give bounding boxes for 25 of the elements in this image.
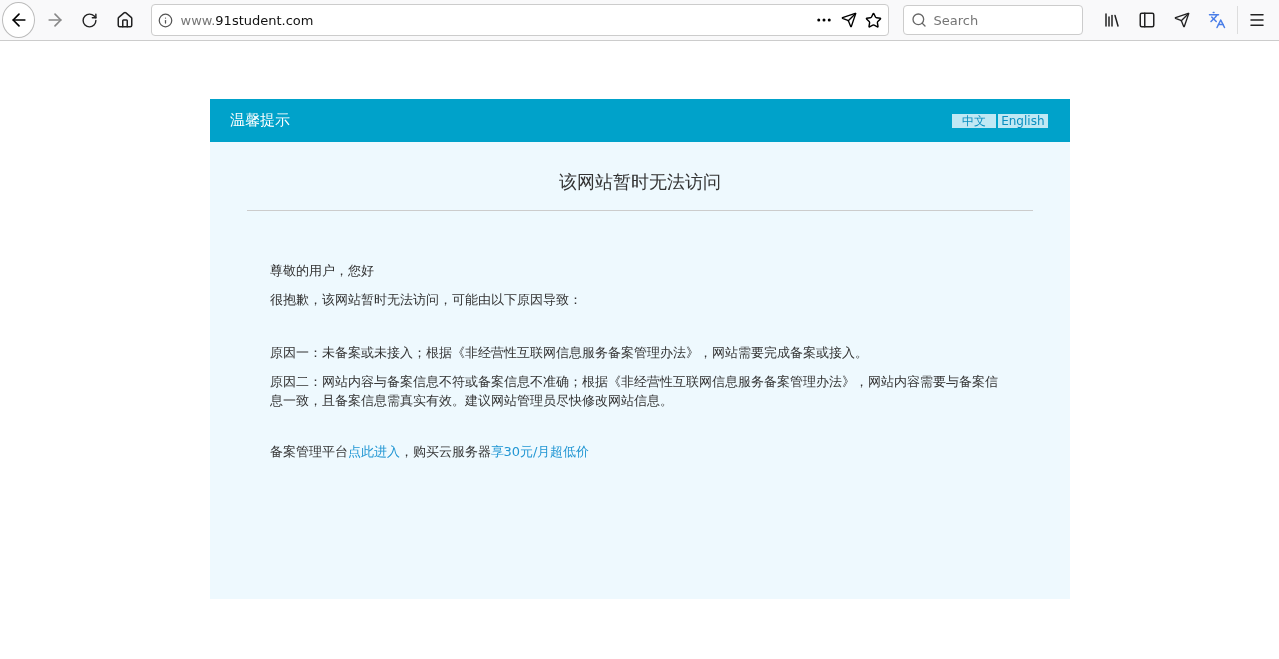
footer-link[interactable]: 享30元/月超低价	[490, 444, 590, 459]
bookmark-star-icon[interactable]	[864, 11, 882, 29]
translate-icon	[1208, 11, 1227, 29]
reload-icon	[81, 11, 99, 29]
reason-text: 原因二：网站内容与备案信息不符或备案信息不准确；根据《非经营性互联网信息服务备案管理办法》，网站内容需要与备案信息一致，且备案信息需真实有效。建议网站管理员尽快修改网站信息。	[269, 373, 998, 410]
reason-text: 原因一：未备案或未接入；根据《非经营性互联网信息服务备案管理办法》，网站需要完成备案或接入。	[269, 344, 869, 362]
notice-title: 温馨提示	[229, 111, 290, 130]
intro-text: 很抱歉，该网站暂时无法访问，可能由以下原因导致：	[269, 291, 583, 309]
back-button[interactable]	[2, 2, 36, 38]
library-icon	[1103, 11, 1122, 29]
address-bar[interactable]: www.91student.com	[150, 4, 889, 36]
footer-text: 备案管理平台点此进入，购买云服务器享30元/月超低价	[269, 443, 591, 461]
search-field[interactable]: Search	[902, 5, 1083, 35]
notice-heading: 该网站暂时无法访问	[246, 142, 1033, 211]
footer-link[interactable]: 点此进入	[347, 444, 400, 459]
greeting-text: 尊敬的用户，您好	[269, 262, 375, 280]
menu-icon	[1248, 11, 1267, 29]
url-text: www.91student.com	[180, 12, 315, 28]
home-icon	[115, 11, 134, 29]
send-icon	[1174, 12, 1191, 28]
language-link[interactable]: 中文	[952, 113, 997, 128]
info-icon	[157, 12, 173, 28]
send-icon[interactable]	[840, 12, 857, 28]
language-link[interactable]: English	[998, 113, 1048, 128]
sidebar-icon	[1138, 11, 1157, 29]
